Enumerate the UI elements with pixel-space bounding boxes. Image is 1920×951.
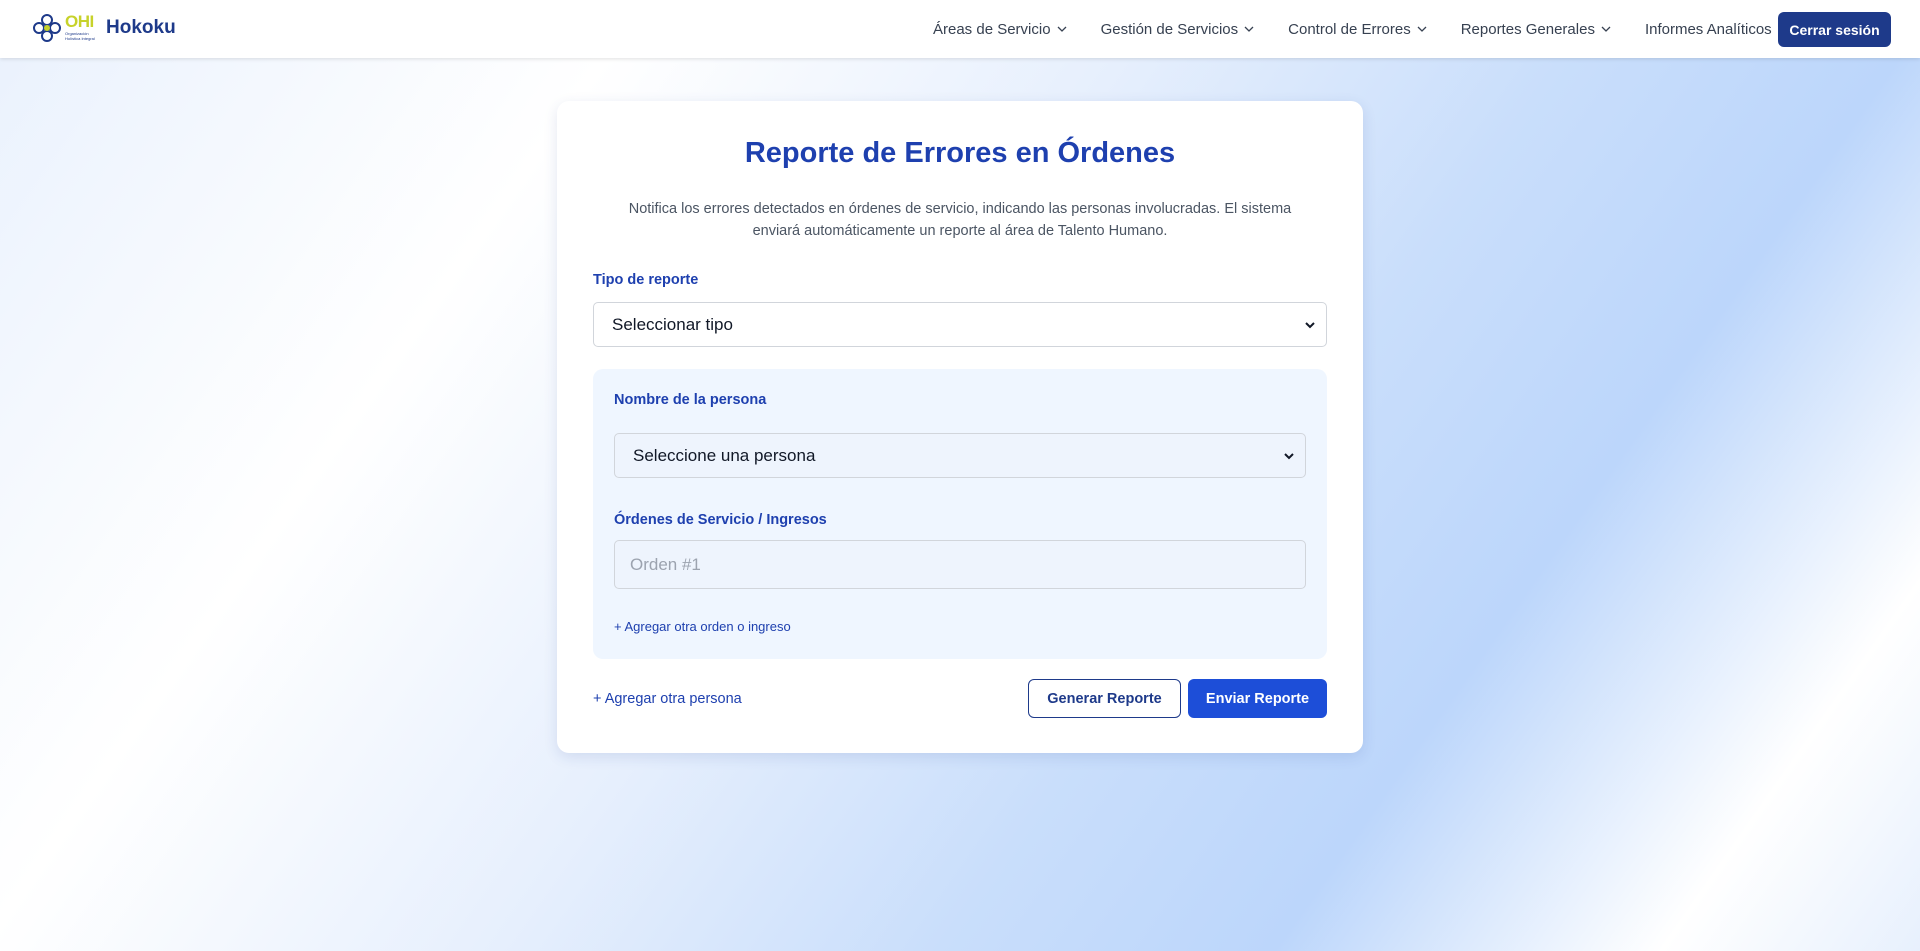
logo-subtext: Organización Holística Integral <box>65 31 95 41</box>
page-title: Reporte de Errores en Órdenes <box>744 137 1176 169</box>
person-name-label: Nombre de la persona <box>614 392 767 408</box>
nav-label: Gestión de Servicios <box>1100 20 1239 38</box>
nav-label: Reportes Generales <box>1460 20 1595 38</box>
chevron-down-icon <box>1305 321 1315 328</box>
chevron-down-icon <box>1244 26 1254 32</box>
order-input[interactable] <box>614 540 1306 589</box>
logo-text: OHI <box>65 12 94 31</box>
add-order-link[interactable]: + Agregar otra orden o ingreso <box>614 619 791 634</box>
person-select-value: Seleccione una persona <box>633 445 816 465</box>
report-type-select[interactable]: Seleccionar tipo <box>593 302 1327 347</box>
generate-report-button[interactable]: Generar Reporte <box>1028 679 1181 718</box>
brand[interactable]: OHI Organización Holística Integral Hoko… <box>32 13 176 43</box>
nav-reportes-generales[interactable]: Reportes Generales <box>1461 21 1611 38</box>
logout-button[interactable]: Cerrar sesión <box>1778 12 1891 47</box>
nav-label: Informes Analíticos <box>1644 20 1772 38</box>
nav-label: Áreas de Servicio <box>933 20 1051 38</box>
page-description: Notifica los errores detectados en órden… <box>628 201 1292 239</box>
chevron-down-icon <box>1601 26 1611 32</box>
top-navbar: OHI Organización Holística Integral Hoko… <box>0 0 1920 58</box>
person-select[interactable]: Seleccione una persona <box>614 433 1306 478</box>
orders-label: Órdenes de Servicio / Ingresos <box>614 512 827 528</box>
chevron-down-icon <box>1417 26 1427 32</box>
add-person-link[interactable]: + Agregar otra persona <box>593 691 742 707</box>
nav-menu: Áreas de Servicio Gestión de Servicios C… <box>933 0 1788 58</box>
nav-gestion-de-servicios[interactable]: Gestión de Servicios <box>1101 21 1255 38</box>
nav-control-de-errores[interactable]: Control de Errores <box>1288 21 1427 38</box>
nav-label: Control de Errores <box>1288 20 1411 38</box>
send-report-button[interactable]: Enviar Reporte <box>1188 679 1327 718</box>
person-section: Nombre de la persona Seleccione una pers… <box>593 369 1327 659</box>
chevron-down-icon <box>1284 452 1294 459</box>
chevron-down-icon <box>1057 26 1067 32</box>
nav-informes-analiticos[interactable]: Informes Analíticos <box>1645 21 1788 38</box>
logo-flower-icon <box>33 14 61 42</box>
report-card: Reporte de Errores en Órdenes Notifica l… <box>557 101 1363 753</box>
logo: OHI Organización Holística Integral <box>32 13 98 43</box>
nav-areas-de-servicio[interactable]: Áreas de Servicio <box>933 21 1067 38</box>
report-type-value: Seleccionar tipo <box>612 314 733 334</box>
report-type-label: Tipo de reporte <box>593 272 699 288</box>
brand-name: Hokoku <box>106 17 176 38</box>
